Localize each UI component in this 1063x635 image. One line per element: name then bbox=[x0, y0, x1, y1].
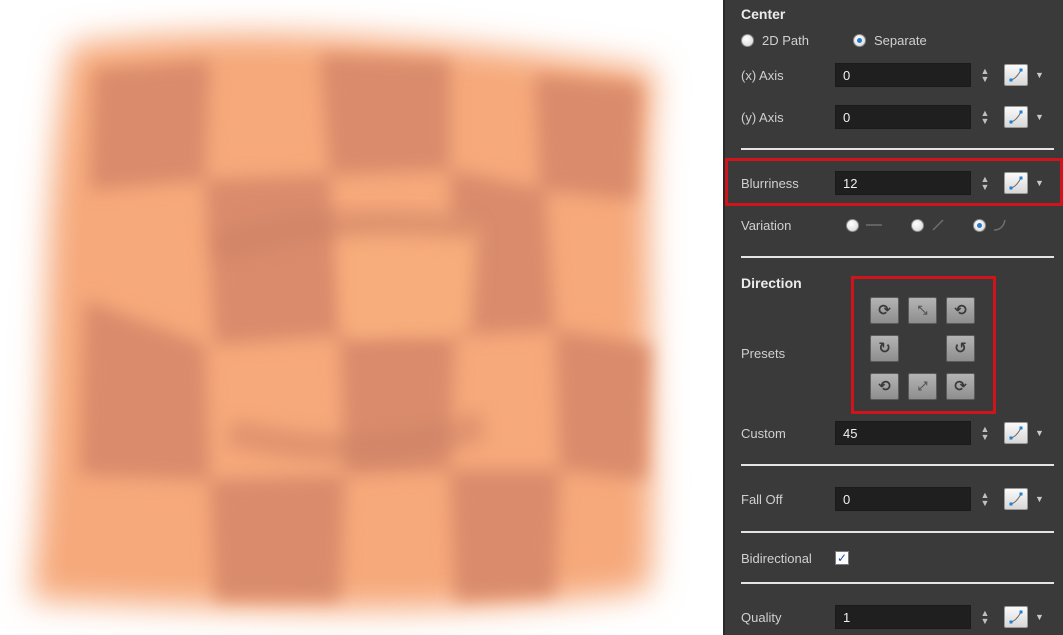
fall-off-function-button[interactable] bbox=[1004, 488, 1028, 510]
x-axis-chevron-down-icon[interactable]: ▼ bbox=[1035, 64, 1045, 86]
custom-chevron-down-icon[interactable]: ▼ bbox=[1035, 422, 1045, 444]
presets-highlight-box bbox=[851, 276, 996, 414]
blurriness-highlight-box bbox=[725, 158, 1063, 206]
function-curve-icon bbox=[1009, 110, 1023, 124]
y-axis-row: (y) Axis bbox=[741, 105, 784, 129]
function-curve-icon bbox=[1009, 426, 1023, 440]
custom-row: Custom bbox=[741, 421, 786, 445]
separator bbox=[741, 148, 1054, 150]
variation-row: Variation bbox=[741, 213, 791, 237]
curved-line-icon bbox=[993, 219, 1006, 231]
function-curve-icon bbox=[1009, 492, 1023, 506]
custom-input[interactable]: 45 bbox=[835, 421, 971, 445]
variation-label: Variation bbox=[741, 217, 792, 233]
x-axis-row: (x) Axis bbox=[741, 63, 784, 87]
fall-off-row: Fall Off bbox=[741, 487, 783, 511]
bidirectional-row: Bidirectional bbox=[741, 546, 812, 570]
separator bbox=[741, 582, 1054, 584]
radio-2d-path-label: 2D Path bbox=[762, 32, 809, 48]
radio-2d-path[interactable] bbox=[741, 33, 754, 47]
custom-function-button[interactable] bbox=[1004, 422, 1028, 444]
quality-label: Quality bbox=[741, 609, 782, 625]
y-axis-spinner-icon[interactable]: ▲ ▼ bbox=[979, 105, 991, 129]
variation-radio-straight[interactable] bbox=[846, 218, 859, 232]
quality-function-button[interactable] bbox=[1004, 606, 1028, 628]
separator bbox=[741, 464, 1054, 466]
y-axis-input[interactable]: 0 bbox=[835, 105, 971, 129]
direction-section-title: Direction bbox=[741, 275, 802, 291]
x-axis-label: (x) Axis bbox=[741, 67, 784, 83]
variation-radio-group bbox=[846, 213, 1011, 237]
custom-spinner-icon[interactable]: ▲ ▼ bbox=[979, 421, 991, 445]
function-curve-icon bbox=[1009, 610, 1023, 624]
bidirectional-label: Bidirectional bbox=[741, 550, 812, 566]
fall-off-input[interactable]: 0 bbox=[835, 487, 971, 511]
x-axis-function-button[interactable] bbox=[1004, 64, 1028, 86]
straight-line-icon bbox=[866, 224, 882, 226]
canvas-viewport[interactable] bbox=[0, 0, 725, 635]
separator bbox=[741, 531, 1054, 533]
variation-radio-curved[interactable] bbox=[973, 218, 986, 232]
blurred-checker-preview bbox=[30, 33, 655, 610]
fall-off-label: Fall Off bbox=[741, 491, 783, 507]
diagonal-line-icon bbox=[932, 219, 944, 231]
fall-off-chevron-down-icon[interactable]: ▼ bbox=[1035, 488, 1045, 510]
center-section-title: Center bbox=[741, 6, 786, 22]
quality-row: Quality bbox=[741, 605, 781, 629]
function-curve-icon bbox=[1009, 68, 1023, 82]
center-mode-radio-group: 2D Path Separate bbox=[741, 28, 927, 52]
radio-separate-label: Separate bbox=[873, 32, 927, 48]
separator bbox=[741, 256, 1054, 258]
x-axis-spinner-icon[interactable]: ▲ ▼ bbox=[979, 63, 991, 87]
center-section-header: Center bbox=[741, 2, 785, 26]
custom-label: Custom bbox=[741, 425, 786, 441]
quality-chevron-down-icon[interactable]: ▼ bbox=[1035, 606, 1045, 628]
direction-section-header: Direction bbox=[741, 271, 802, 295]
radio-separate[interactable] bbox=[852, 33, 866, 47]
y-axis-function-button[interactable] bbox=[1004, 106, 1028, 128]
presets-label: Presets bbox=[741, 345, 786, 361]
variation-radio-diagonal[interactable] bbox=[911, 218, 924, 232]
panel-divider bbox=[723, 0, 725, 635]
quality-spinner-icon[interactable]: ▲ ▼ bbox=[979, 605, 991, 629]
quality-input[interactable]: 1 bbox=[835, 605, 971, 629]
y-axis-chevron-down-icon[interactable]: ▼ bbox=[1035, 106, 1045, 128]
fall-off-spinner-icon[interactable]: ▲ ▼ bbox=[979, 487, 991, 511]
bidirectional-checkbox[interactable]: ✓ bbox=[835, 551, 849, 565]
presets-row: Presets bbox=[741, 341, 785, 365]
x-axis-input[interactable]: 0 bbox=[835, 63, 971, 87]
y-axis-label: (y) Axis bbox=[741, 109, 784, 125]
